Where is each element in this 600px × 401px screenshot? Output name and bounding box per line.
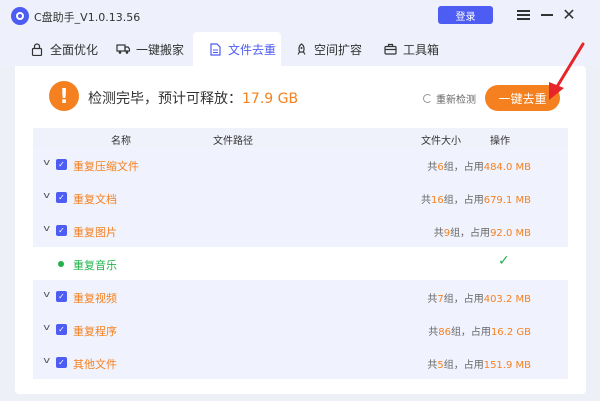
title-bar: C盘助手_V1.0.13.56 登录 ✕	[0, 0, 600, 32]
checkbox-checked[interactable]: ✓	[56, 192, 67, 203]
table-row[interactable]: 重复音乐 ✓	[33, 247, 568, 280]
header-name: 名称	[111, 136, 131, 147]
checkbox-checked[interactable]: ✓	[56, 324, 67, 335]
chevron-down-icon[interactable]: v	[43, 158, 50, 168]
app-title: C盘助手_V1.0.13.56	[34, 11, 141, 24]
chevron-down-icon[interactable]: v	[43, 290, 50, 300]
table-row[interactable]: v ✓ 重复文档 共16组，占用679.1 MB	[33, 181, 568, 214]
close-icon[interactable]: ✕	[560, 6, 578, 24]
rescan-link[interactable]: 重新检测	[423, 91, 476, 106]
app-logo-icon	[11, 7, 29, 25]
table-row[interactable]: v ✓ 重复程序 共86组，占用16.2 GB	[33, 313, 568, 346]
tab-label: 空间扩容	[314, 42, 363, 57]
truck-icon	[116, 42, 130, 56]
scan-status: 检测完毕，预计可释放：17.9 GB	[88, 88, 298, 108]
row-name: 重复图片	[73, 226, 117, 239]
row-name: 重复压缩文件	[73, 160, 139, 173]
checkbox-checked[interactable]: ✓	[56, 357, 67, 368]
login-button[interactable]: 登录	[438, 6, 493, 24]
rocket-icon	[294, 42, 308, 56]
header-action: 操作	[490, 136, 510, 147]
rescan-label: 重新检测	[436, 95, 476, 106]
header-size: 文件大小	[421, 136, 461, 147]
tab-label: 工具箱	[403, 42, 440, 57]
row-name: 重复视频	[73, 292, 117, 305]
row-summary: 共6组，占用484.0 MB	[427, 162, 531, 173]
tab-bar: 全面优化 一键搬家 文件去重 空间扩容 工具箱	[0, 32, 600, 66]
tab-toolbox[interactable]: 工具箱	[383, 32, 439, 66]
checkbox-checked[interactable]: ✓	[56, 159, 67, 170]
done-check-icon: ✓	[498, 253, 510, 269]
toolbox-icon	[383, 42, 397, 56]
status-size: 17.9 GB	[242, 91, 299, 107]
row-name: 重复程序	[73, 325, 117, 338]
minimize-icon[interactable]	[538, 6, 556, 24]
checkbox-checked[interactable]: ✓	[56, 291, 67, 302]
table-header: 名称 文件路径 文件大小 操作	[33, 128, 568, 148]
chevron-down-icon[interactable]: v	[43, 323, 50, 333]
document-icon	[208, 42, 222, 56]
tab-label: 一键搬家	[136, 42, 185, 57]
row-summary: 共7组，占用403.2 MB	[427, 294, 531, 305]
refresh-icon	[423, 94, 432, 103]
tab-one-click-move[interactable]: 一键搬家	[116, 32, 184, 66]
table-row[interactable]: v ✓ 重复图片 共9组，占用92.0 MB	[33, 214, 568, 247]
status-prefix: 检测完毕，预计可释放：	[88, 91, 242, 107]
one-click-dedupe-button[interactable]: 一键去重	[485, 85, 560, 111]
table-row[interactable]: v ✓ 重复视频 共7组，占用403.2 MB	[33, 280, 568, 313]
status-dot-icon	[58, 261, 64, 267]
warning-icon: !	[49, 81, 79, 111]
tab-space-expand[interactable]: 空间扩容	[294, 32, 362, 66]
row-name: 重复文档	[73, 193, 117, 206]
row-summary: 共9组，占用92.0 MB	[433, 228, 531, 239]
chevron-down-icon[interactable]: v	[43, 356, 50, 366]
lock-icon	[30, 42, 44, 56]
row-name: 其他文件	[73, 358, 117, 371]
tab-label: 全面优化	[50, 42, 99, 57]
row-summary: 共5组，占用151.9 MB	[427, 360, 531, 371]
dedupe-panel: ! 检测完毕，预计可释放：17.9 GB 重新检测 一键去重 名称 文件路径 文…	[15, 66, 586, 394]
chevron-down-icon[interactable]: v	[43, 224, 50, 234]
tab-full-optimize[interactable]: 全面优化	[30, 32, 98, 66]
row-summary: 共16组，占用679.1 MB	[420, 195, 531, 206]
row-summary: 共86组，占用16.2 GB	[428, 327, 531, 338]
chevron-down-icon[interactable]: v	[43, 191, 50, 201]
table-row[interactable]: v ✓ 其他文件 共5组，占用151.9 MB	[33, 346, 568, 379]
tab-label: 文件去重	[228, 42, 277, 57]
menu-icon[interactable]	[514, 6, 532, 24]
header-path: 文件路径	[213, 136, 253, 147]
row-name: 重复音乐	[73, 259, 117, 272]
tab-file-dedupe[interactable]: 文件去重	[193, 32, 281, 66]
checkbox-checked[interactable]: ✓	[56, 225, 67, 236]
table-row[interactable]: v ✓ 重复压缩文件 共6组，占用484.0 MB	[33, 148, 568, 181]
